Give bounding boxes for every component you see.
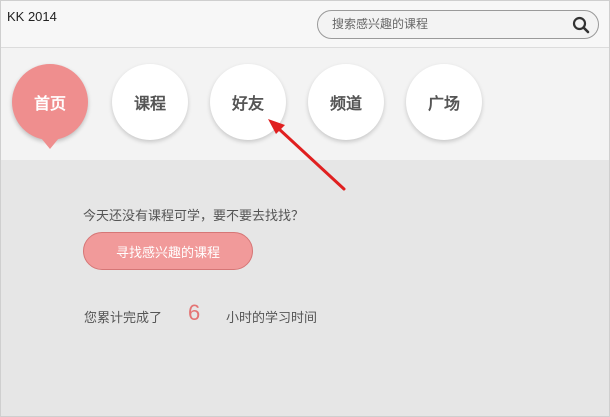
main-nav: 首页 课程 好友 频道 广场 [1, 48, 609, 160]
nav-item-label: 好友 [231, 94, 264, 113]
nav-item-friends[interactable]: 好友 [210, 64, 286, 140]
search-input[interactable] [332, 14, 562, 34]
app-window: KK 2014 首页 课程 好友 频道 广场 今天还没有课程可学，要不要去找找？… [0, 0, 610, 417]
header-bar: KK 2014 [1, 1, 609, 48]
study-stats-prefix: 您累计完成了 [84, 311, 163, 326]
nav-item-label: 课程 [133, 94, 166, 113]
study-stats-suffix: 小时的学习时间 [226, 311, 318, 326]
empty-courses-message: 今天还没有课程可学，要不要去找找？ [83, 209, 305, 224]
search-icon[interactable] [572, 16, 590, 34]
nav-item-label: 频道 [329, 94, 362, 113]
nav-item-home[interactable]: 首页 [12, 64, 88, 149]
nav-item-plaza[interactable]: 广场 [406, 64, 482, 140]
app-title: KK 2014 [7, 9, 57, 24]
nav-item-label: 广场 [427, 94, 460, 113]
nav-item-channels[interactable]: 频道 [308, 64, 384, 140]
study-hours-value: 6 [188, 300, 201, 325]
find-courses-button[interactable]: 寻找感兴趣的课程 [83, 232, 253, 270]
nav-item-label: 首页 [33, 94, 66, 113]
search-box[interactable] [317, 10, 599, 39]
nav-item-courses[interactable]: 课程 [112, 64, 188, 140]
main-content: 今天还没有课程可学，要不要去找找？ 寻找感兴趣的课程 您累计完成了 6 小时的学… [1, 160, 609, 416]
